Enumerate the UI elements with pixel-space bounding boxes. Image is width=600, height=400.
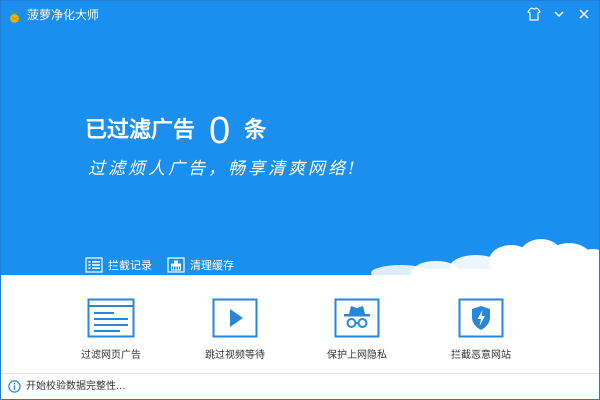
headline-suffix: 条 — [244, 118, 267, 143]
block-log-label: 拦截记录 — [108, 259, 152, 272]
shirt-icon — [527, 7, 541, 21]
close-icon — [579, 9, 589, 19]
webpage-icon — [87, 298, 135, 338]
chevron-down-icon — [554, 11, 564, 18]
clear-cache-label: 清理缓存 — [190, 259, 234, 272]
list-icon — [85, 257, 103, 273]
block-log-link[interactable]: 拦截记录 — [85, 256, 152, 274]
menu-button[interactable] — [550, 5, 568, 23]
incognito-icon — [334, 298, 380, 338]
status-text: 开始校验数据完整性... — [26, 381, 126, 392]
block-malicious-sites-label: 拦截恶意网站 — [451, 350, 511, 361]
protect-privacy-label: 保护上网隐私 — [327, 350, 387, 361]
play-icon — [212, 298, 258, 338]
tagline: 过滤烦人广告，畅享清爽网络! — [88, 159, 358, 179]
filter-web-ads-button[interactable]: 过滤网页广告 — [51, 298, 171, 368]
title-bar[interactable]: 菠萝净化大师 — [1, 1, 599, 29]
skin-button[interactable] — [525, 5, 543, 23]
skip-video-wait-label: 跳过视频等待 — [205, 350, 265, 361]
filtered-ads-headline: 已过滤广告 0 条 — [85, 105, 266, 151]
filter-web-ads-label: 过滤网页广告 — [81, 350, 141, 361]
hero-panel: 菠萝净化大师 已过滤广告 0 条 过滤烦人广告，畅享清爽网络! 拦截记录 清理缓… — [1, 1, 599, 275]
feature-row: 过滤网页广告 跳过视频等待 保护上网隐私 拦截恶意网站 — [1, 275, 599, 369]
cloud-decoration — [371, 239, 599, 275]
info-icon — [8, 380, 21, 393]
close-button[interactable] — [575, 5, 593, 23]
protect-privacy-button[interactable]: 保护上网隐私 — [297, 298, 417, 368]
cleanup-icon — [167, 257, 185, 273]
status-bar: 开始校验数据完整性... — [1, 373, 599, 399]
app-title: 菠萝净化大师 — [27, 8, 100, 22]
block-malicious-sites-button[interactable]: 拦截恶意网站 — [421, 298, 541, 368]
shield-icon — [458, 298, 504, 338]
headline-prefix: 已过滤广告 — [85, 118, 196, 143]
pineapple-logo-icon — [8, 8, 21, 23]
filtered-ads-count: 0 — [209, 110, 231, 152]
clear-cache-link[interactable]: 清理缓存 — [167, 256, 234, 274]
app-window: 菠萝净化大师 已过滤广告 0 条 过滤烦人广告，畅享清爽网络! 拦截记录 清理缓… — [0, 0, 600, 400]
skip-video-wait-button[interactable]: 跳过视频等待 — [175, 298, 295, 368]
